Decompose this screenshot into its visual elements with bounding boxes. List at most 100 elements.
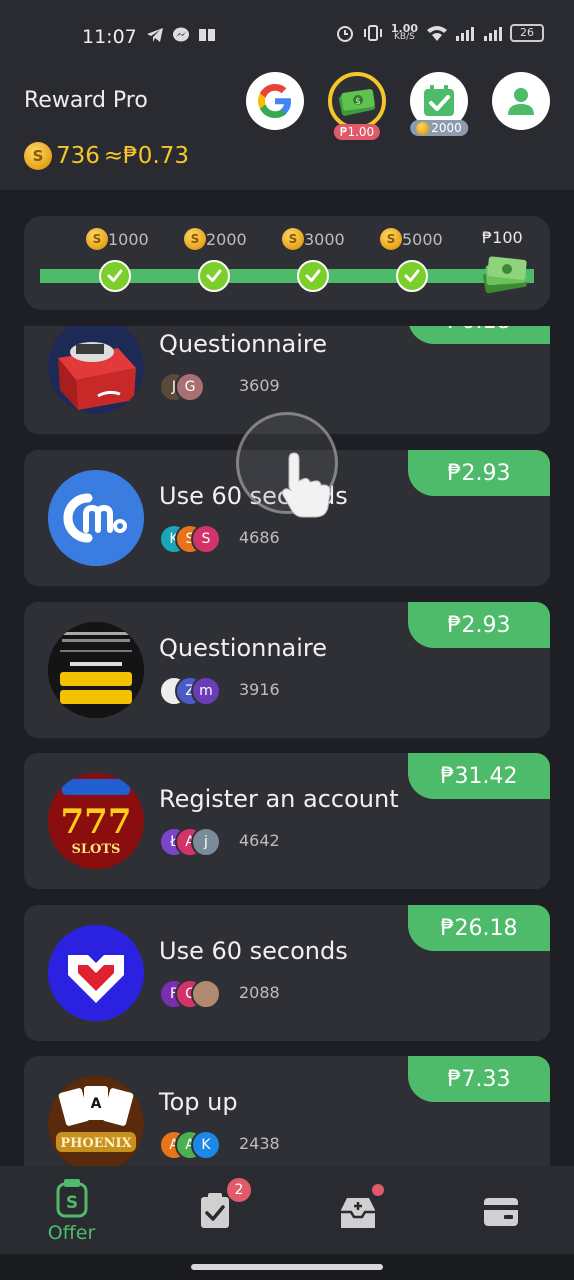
coin-icon: S	[282, 228, 304, 250]
offer-card[interactable]: 777 SLOTS Register an account Ł A j 4642…	[24, 753, 550, 889]
offer-icon-shoebox	[48, 326, 144, 414]
offer-card[interactable]: A PHOENIX Top up A A K 2438 ₱7.33	[24, 1056, 550, 1166]
checkin-badge: 2000	[410, 120, 468, 136]
participant-count: 4686	[239, 528, 280, 547]
participant-count: 4642	[239, 831, 280, 850]
avatar: G	[175, 372, 205, 402]
svg-text:$: $	[355, 97, 361, 107]
network-speed-unit: KB/S	[394, 32, 415, 42]
cash-reward-icon: $	[338, 89, 376, 116]
clipboard-check-icon	[200, 1193, 229, 1228]
milestone-final: ₱100	[482, 228, 523, 247]
google-icon	[258, 84, 291, 118]
svg-text:PHOENIX: PHOENIX	[60, 1136, 132, 1151]
avatar: j	[191, 827, 221, 857]
check-icon	[396, 260, 428, 292]
participant-avatars: Ł A j	[159, 827, 221, 857]
offer-icon-slots: 777 SLOTS	[48, 773, 144, 869]
offer-price[interactable]: ₱31.42	[408, 753, 550, 799]
offer-price[interactable]: ₱2.93	[408, 450, 550, 496]
offer-price[interactable]: ₱26.18	[408, 905, 550, 951]
cash-reward-badge: ₱1.00	[333, 124, 381, 140]
coin-balance: S 736 ≈₱0.73	[24, 142, 189, 170]
participant-count: 3916	[239, 680, 280, 699]
coin-icon	[416, 121, 430, 135]
battery-indicator: 26	[510, 24, 544, 42]
milestone-3: S 3000	[282, 228, 345, 250]
offer-icon-survey	[48, 622, 144, 718]
participant-count: 2088	[239, 983, 280, 1002]
nav-offer-label: Offer	[47, 1222, 96, 1244]
milestone-4: S 5000	[380, 228, 443, 250]
offer-title: Top up	[159, 1088, 238, 1116]
participant-avatars: A A K	[159, 1130, 221, 1160]
offer-card[interactable]: Questionnaire Z m 3916 ₱2.93	[24, 602, 550, 738]
offer-card[interactable]: Use 60 seconds F C 2088 ₱26.18	[24, 905, 550, 1041]
check-icon	[297, 260, 329, 292]
alarm-icon	[335, 24, 355, 42]
participant-avatars: J G	[159, 372, 205, 402]
coin-icon: S	[24, 142, 52, 170]
offer-title: Use 60 seconds	[159, 937, 348, 965]
nav-offer[interactable]: S Offer	[0, 1166, 143, 1254]
nav-inbox[interactable]	[286, 1166, 429, 1254]
coin-icon: S	[184, 228, 206, 250]
offer-price[interactable]: ₱7.33	[408, 1056, 550, 1102]
profile-button[interactable]	[492, 72, 550, 130]
status-bar: 11:07 1.00 KB/S 26	[0, 0, 574, 72]
participant-avatars: Z m	[159, 676, 221, 706]
avatar	[191, 979, 221, 1009]
offer-title: Register an account	[159, 785, 399, 813]
profile-icon	[508, 88, 534, 115]
signal-icon	[454, 24, 474, 42]
avatar: K	[191, 1130, 221, 1160]
svg-text:SLOTS: SLOTS	[72, 842, 121, 857]
check-icon	[198, 260, 230, 292]
participant-count: 2438	[239, 1134, 280, 1153]
avatar: S	[191, 524, 221, 554]
app-title: Reward Pro	[24, 88, 148, 113]
nav-tasks[interactable]: 2	[143, 1166, 286, 1254]
home-gesture-bar[interactable]	[191, 1264, 383, 1270]
bottom-navigation: S Offer 2	[0, 1166, 574, 1254]
telegram-icon	[146, 27, 164, 43]
app-header: Reward Pro S 736 ≈₱0.73 $ ₱1.00 2000	[0, 72, 574, 190]
coin-icon: S	[86, 228, 108, 250]
vibrate-icon	[363, 24, 383, 42]
coin-progress-card: S 1000 S 2000 S 3000 S 5000 ₱100	[24, 216, 550, 310]
cash-stack-icon	[483, 256, 527, 294]
inbox-add-icon	[340, 1198, 375, 1228]
offer-icon-phoenix-cards: A PHOENIX	[48, 1076, 144, 1166]
participant-avatars: K S S	[159, 524, 221, 554]
coin-count: 736	[56, 143, 100, 169]
svg-text:S: S	[65, 1193, 77, 1213]
svg-text:777: 777	[61, 802, 132, 842]
google-button[interactable]	[246, 72, 304, 130]
inbox-dot	[372, 1184, 384, 1196]
svg-text:A: A	[91, 1096, 102, 1112]
gesture-bar-area	[0, 1254, 574, 1280]
hand-pointer-icon	[281, 452, 331, 518]
milestone-2: S 2000	[184, 228, 247, 250]
wallet-card-icon	[483, 1198, 518, 1226]
participant-count: 3609	[239, 376, 280, 395]
milestone-1: S 1000	[86, 228, 149, 250]
cash-reward-button[interactable]: $ ₱1.00	[328, 72, 386, 140]
check-icon	[99, 260, 131, 292]
coin-icon: S	[380, 228, 402, 250]
offer-icon-heart-shield	[48, 925, 144, 1021]
offer-icon-m-logo	[48, 470, 144, 566]
calendar-check-icon	[424, 85, 454, 116]
coin-value: ≈₱0.73	[103, 143, 190, 169]
offer-price[interactable]: ₱0.18	[408, 326, 550, 344]
daily-checkin-button[interactable]: 2000	[410, 72, 468, 136]
touch-indicator	[236, 412, 338, 518]
participant-avatars: F C	[159, 979, 221, 1009]
status-time: 11:07	[82, 26, 137, 48]
tasks-badge: 2	[227, 1178, 251, 1202]
nav-wallet[interactable]	[429, 1166, 572, 1254]
offer-title: Questionnaire	[159, 634, 328, 662]
offer-price[interactable]: ₱2.93	[408, 602, 550, 648]
book-icon	[198, 27, 216, 43]
avatar: m	[191, 676, 221, 706]
